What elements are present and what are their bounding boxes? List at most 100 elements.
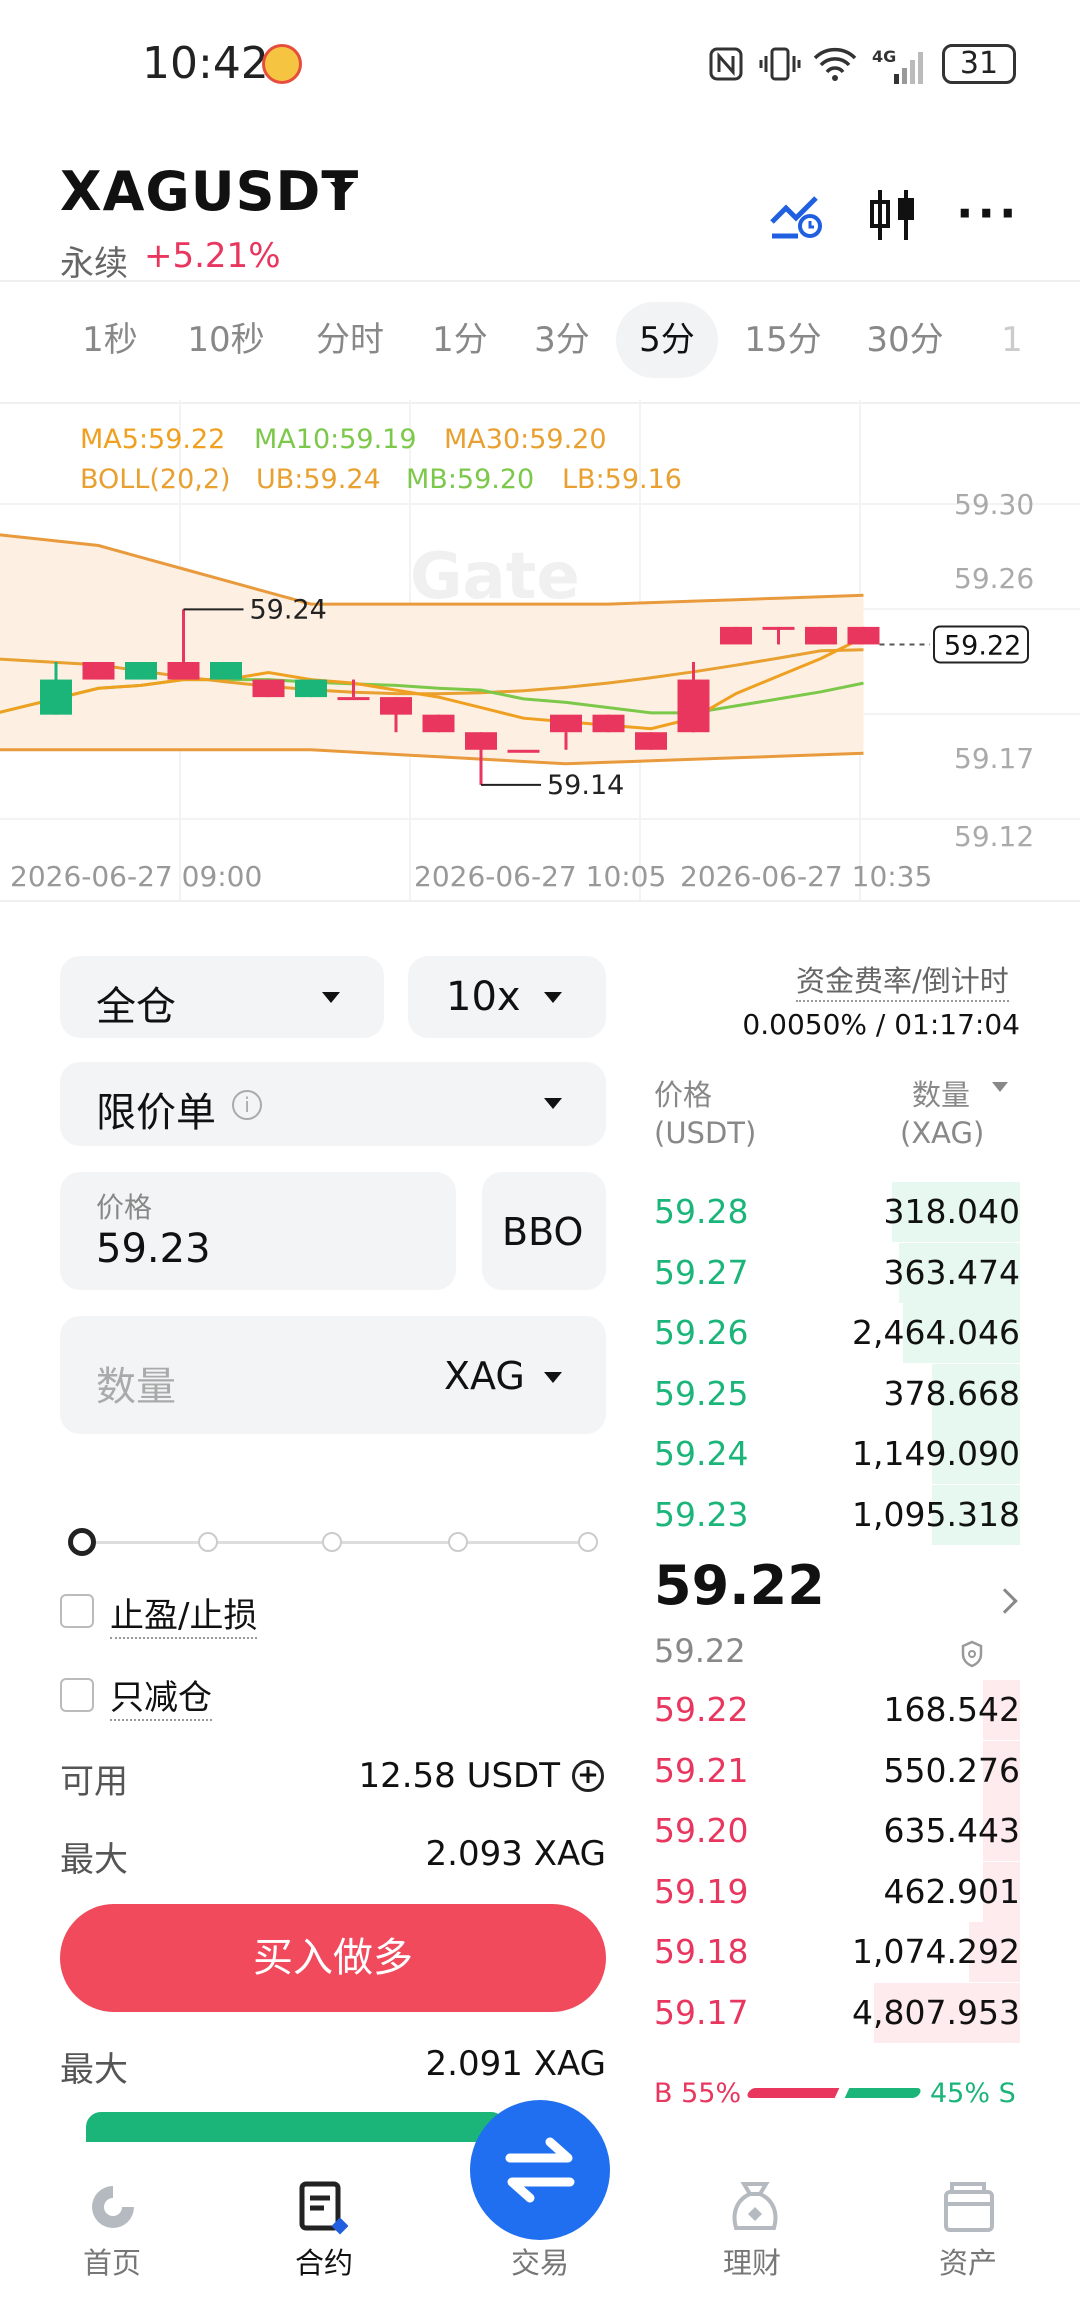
- orderbook-ask-row[interactable]: 59.27 363.474: [654, 1242, 1020, 1303]
- tab-more[interactable]: 1: [992, 302, 1032, 378]
- contract-icon[interactable]: [298, 2180, 349, 2236]
- orderbook-bid-row[interactable]: 59.21 550.276: [654, 1740, 1020, 1801]
- tp-sl-checkbox[interactable]: [60, 1594, 94, 1628]
- nfc-icon: [708, 46, 744, 82]
- swap-icon: [505, 2137, 575, 2203]
- chevron-right-icon[interactable]: [992, 1588, 1018, 1614]
- x-tick: 2026-06-27 09:00: [10, 860, 263, 893]
- mark-price: 59.22: [654, 1632, 746, 1670]
- tab-1m[interactable]: 1分: [414, 302, 506, 378]
- status-bar: 10:42 4G 31: [0, 0, 1080, 130]
- buy-ratio-label: B 55%: [654, 2078, 742, 2109]
- tp-sl-label[interactable]: 止盈/止损: [110, 1588, 258, 1639]
- available-value: 12.58 USDT: [358, 1756, 560, 1796]
- tab-30m[interactable]: 30分: [852, 302, 958, 378]
- weibo-notification-icon: [262, 44, 302, 84]
- max-buy-label: 最大: [60, 1840, 128, 1880]
- candlestick-chart-icon[interactable]: [866, 186, 920, 244]
- svg-text:4G: 4G: [872, 47, 896, 66]
- candle-body: [592, 714, 625, 733]
- symbol-selector[interactable]: XAGUSDT: [60, 160, 359, 223]
- tab-15m[interactable]: 15分: [730, 302, 836, 378]
- orderbook-bid-qty: 4,807.953: [852, 1992, 1020, 2032]
- orderbook-bid-qty: 635.443: [883, 1811, 1020, 1850]
- price-input-value[interactable]: 59.23: [96, 1226, 211, 1272]
- nav-finance-label[interactable]: 理财: [692, 2240, 812, 2282]
- tab-1s[interactable]: 1秒: [64, 302, 156, 378]
- legend-ma30: MA30:59.20: [444, 424, 607, 455]
- last-price[interactable]: 59.22: [654, 1554, 825, 1617]
- finance-icon[interactable]: [728, 2178, 782, 2234]
- orderbook-bid-row[interactable]: 59.17 4,807.953: [654, 1982, 1020, 2043]
- wallet-icon[interactable]: [942, 2180, 996, 2234]
- candle-body: [252, 679, 285, 698]
- nav-assets-label[interactable]: 资产: [908, 2240, 1028, 2282]
- orderbook-qty-unit: (XAG): [900, 1116, 985, 1150]
- battery-indicator: 31: [942, 44, 1016, 84]
- reduce-only-label[interactable]: 只减仓: [110, 1670, 212, 1721]
- quantity-slider-handle[interactable]: [68, 1528, 96, 1556]
- nav-home-label[interactable]: 首页: [52, 2240, 172, 2282]
- trade-swap-button[interactable]: [470, 2100, 610, 2240]
- chevron-down-icon[interactable]: [330, 182, 354, 196]
- tab-timeline[interactable]: 分时: [300, 302, 400, 378]
- chevron-down-icon[interactable]: [992, 1082, 1008, 1092]
- orderbook-ask-qty: 1,149.090: [852, 1434, 1020, 1473]
- candle-body: [847, 626, 880, 645]
- reduce-only-checkbox[interactable]: [60, 1678, 94, 1712]
- orderbook-bid-row[interactable]: 59.22 168.542: [654, 1680, 1020, 1740]
- transfer-funds-icon[interactable]: +: [572, 1760, 604, 1792]
- quantity-placeholder: 数量: [96, 1364, 176, 1410]
- orderbook-ask-row[interactable]: 59.24 1,149.090: [654, 1424, 1020, 1484]
- candle-body: [380, 697, 412, 715]
- orderbook-bid-row[interactable]: 59.18 1,074.292: [654, 1922, 1020, 1982]
- slider-step-50[interactable]: [322, 1532, 342, 1552]
- orderbook-ask-price: 59.23: [654, 1494, 749, 1534]
- low-price-label: 59.14: [547, 770, 624, 801]
- sell-short-button[interactable]: [86, 2112, 506, 2142]
- wifi-icon: [812, 46, 858, 82]
- quantity-unit-select[interactable]: XAG: [444, 1354, 525, 1398]
- funding-rate-label[interactable]: 资金费率/倒计时: [796, 958, 1009, 1002]
- buy-ratio-bar: [745, 2088, 840, 2098]
- shield-icon[interactable]: [960, 1640, 984, 1668]
- orderbook-ask-price: 59.24: [654, 1434, 749, 1473]
- orderbook-bid-row[interactable]: 59.19 462.901: [654, 1861, 1020, 1922]
- cellular-signal-icon: 4G: [872, 46, 932, 84]
- buy-long-button[interactable]: 买入做多: [60, 1904, 606, 2012]
- slider-step-100[interactable]: [578, 1532, 598, 1552]
- orderbook-ask-row[interactable]: 59.23 1,095.318: [654, 1484, 1020, 1545]
- candle-body: [337, 697, 370, 701]
- vibrate-icon: [758, 46, 802, 82]
- info-icon[interactable]: i: [232, 1090, 262, 1120]
- more-options-icon[interactable]: ···: [956, 186, 1020, 240]
- contract-type-label: 永续: [60, 244, 128, 284]
- legend-ma10: MA10:59.19: [254, 424, 417, 455]
- orderbook-bid-price: 59.18: [654, 1932, 749, 1971]
- nav-trade-label[interactable]: 交易: [480, 2240, 600, 2282]
- orderbook-qty-header[interactable]: 数量: [912, 1072, 970, 1114]
- slider-step-75[interactable]: [448, 1532, 468, 1552]
- candle-body: [720, 626, 752, 645]
- margin-mode-value: 全仓: [96, 984, 176, 1030]
- clock: 10:42: [142, 38, 269, 89]
- sell-ratio-bar: [844, 2088, 923, 2098]
- x-tick: 2026-06-27 10:35: [680, 860, 933, 893]
- orderbook-bid-row[interactable]: 59.20 635.443: [654, 1801, 1020, 1861]
- orderbook-ask-row[interactable]: 59.26 2,464.046: [654, 1303, 1020, 1363]
- tab-3m[interactable]: 3分: [516, 302, 608, 378]
- home-icon[interactable]: [88, 2182, 138, 2232]
- orderbook-ask-price: 59.28: [654, 1192, 749, 1231]
- slider-step-25[interactable]: [198, 1532, 218, 1552]
- orderbook-ask-row[interactable]: 59.28 318.040: [654, 1182, 1020, 1242]
- candle-body: [210, 662, 242, 680]
- tab-5m[interactable]: 5分: [616, 302, 718, 378]
- orderbook-ask-row[interactable]: 59.25 378.668: [654, 1363, 1020, 1424]
- y-tick: 59.26: [954, 562, 1035, 595]
- price-alert-icon[interactable]: [768, 190, 824, 240]
- orderbook-bid-qty: 168.542: [883, 1690, 1020, 1729]
- orderbook-ask-price: 59.27: [654, 1252, 749, 1292]
- nav-contract-label[interactable]: 合约: [264, 2240, 384, 2282]
- chevron-down-icon: [544, 1372, 562, 1383]
- tab-10s[interactable]: 10秒: [176, 302, 276, 378]
